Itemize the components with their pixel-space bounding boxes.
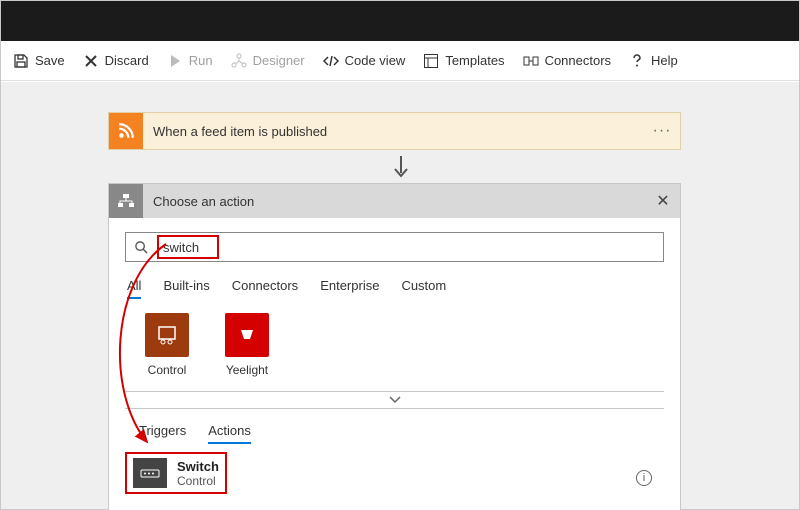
- tab-all[interactable]: All: [127, 274, 141, 299]
- connectors-icon: [523, 53, 539, 69]
- help-button[interactable]: Help: [629, 53, 678, 69]
- action-icon: [109, 184, 143, 218]
- tab-builtins[interactable]: Built-ins: [163, 274, 209, 299]
- run-label: Run: [189, 53, 213, 68]
- choose-action-panel: Choose an action ✕ All Built-ins Connect…: [108, 183, 681, 510]
- trigger-menu-button[interactable]: ···: [644, 122, 680, 140]
- connector-tiles: Control Yeelight: [109, 299, 680, 387]
- code-icon: [323, 53, 339, 69]
- save-icon: [13, 53, 29, 69]
- window-titlebar: [1, 1, 799, 41]
- flow-arrow-icon: [392, 155, 410, 179]
- tab-actions[interactable]: Actions: [208, 419, 251, 444]
- panel-close-button[interactable]: ✕: [646, 191, 680, 211]
- designer-icon: [231, 53, 247, 69]
- rss-icon: [109, 113, 143, 149]
- switch-icon: [133, 458, 167, 488]
- search-highlight: [157, 235, 219, 259]
- codeview-label: Code view: [345, 53, 406, 68]
- trigger-card[interactable]: When a feed item is published ···: [108, 112, 681, 150]
- result-subtitle: Control: [177, 474, 219, 488]
- tab-triggers[interactable]: Triggers: [139, 419, 186, 444]
- connectors-label: Connectors: [545, 53, 611, 68]
- result-tabs: Triggers Actions: [109, 409, 680, 444]
- designer-canvas: When a feed item is published ··· Choose…: [1, 82, 799, 509]
- expand-connectors-button[interactable]: [125, 391, 664, 409]
- save-button[interactable]: Save: [13, 53, 65, 69]
- designer-button[interactable]: Designer: [231, 53, 305, 69]
- panel-title: Choose an action: [143, 194, 646, 209]
- connector-yeelight[interactable]: Yeelight: [219, 313, 275, 377]
- result-title: Switch: [177, 459, 219, 474]
- help-icon: [629, 53, 645, 69]
- help-label: Help: [651, 53, 678, 68]
- designer-label: Designer: [253, 53, 305, 68]
- close-icon: [83, 53, 99, 69]
- trigger-title: When a feed item is published: [143, 124, 644, 139]
- templates-icon: [423, 53, 439, 69]
- search-icon: [134, 240, 149, 255]
- play-icon: [167, 53, 183, 69]
- save-label: Save: [35, 53, 65, 68]
- result-switch[interactable]: Switch Control: [125, 452, 227, 494]
- connector-label: Control: [139, 363, 195, 377]
- search-input[interactable]: [163, 240, 213, 255]
- templates-button[interactable]: Templates: [423, 53, 504, 69]
- connector-control[interactable]: Control: [139, 313, 195, 377]
- category-tabs: All Built-ins Connectors Enterprise Cust…: [109, 272, 680, 299]
- discard-button[interactable]: Discard: [83, 53, 149, 69]
- control-tile-icon: [145, 313, 189, 357]
- connectors-button[interactable]: Connectors: [523, 53, 611, 69]
- discard-label: Discard: [105, 53, 149, 68]
- panel-header: Choose an action ✕: [109, 184, 680, 218]
- run-button[interactable]: Run: [167, 53, 213, 69]
- connector-label: Yeelight: [219, 363, 275, 377]
- tab-connectors[interactable]: Connectors: [232, 274, 298, 299]
- command-bar: Save Discard Run Designer Code view Temp…: [1, 41, 799, 81]
- tab-enterprise[interactable]: Enterprise: [320, 274, 379, 299]
- search-box[interactable]: [125, 232, 664, 262]
- codeview-button[interactable]: Code view: [323, 53, 406, 69]
- chevron-down-icon: [389, 396, 401, 404]
- yeelight-tile-icon: [225, 313, 269, 357]
- info-icon[interactable]: i: [636, 470, 652, 486]
- tab-custom[interactable]: Custom: [401, 274, 446, 299]
- templates-label: Templates: [445, 53, 504, 68]
